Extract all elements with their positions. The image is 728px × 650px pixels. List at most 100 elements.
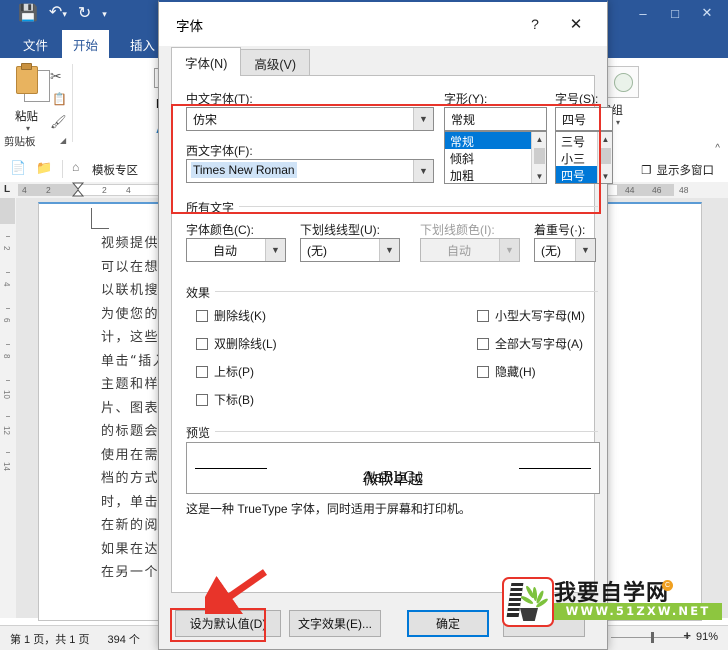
help-icon[interactable]: ? (523, 12, 547, 36)
chevron-down-icon[interactable]: ▼ (379, 239, 399, 261)
emphasis-mark-combo[interactable]: (无) ▼ (534, 238, 596, 262)
tab-home[interactable]: 开始 (62, 30, 109, 58)
show-multiwindow-button[interactable]: ❐ 显示多窗口 (641, 162, 714, 178)
checkbox-icon[interactable] (477, 366, 489, 378)
emphasis-mark-value: (无) (541, 242, 561, 259)
emphasis-mark-label: 着重号(·): (534, 221, 585, 238)
scroll-down-icon[interactable]: ▼ (532, 169, 547, 183)
tab-stop-icon[interactable]: L (4, 184, 10, 195)
font-color-combo[interactable]: 自动 ▼ (186, 238, 286, 262)
home-icon[interactable]: ⌂ (72, 160, 79, 174)
tab-font[interactable]: 字体(N) (171, 47, 241, 76)
ruler-number: 2 (46, 185, 51, 195)
checkbox-small-caps[interactable]: 小型大写字母(M) (477, 307, 585, 324)
scrollbar-thumb[interactable] (600, 148, 611, 164)
paste-dropdown-icon[interactable]: ▾ (26, 124, 30, 133)
maximize-button[interactable]: □ (660, 2, 690, 24)
scroll-up-icon[interactable]: ▲ (532, 132, 547, 146)
template-zone-label[interactable]: 模板专区 (92, 162, 138, 178)
paste-icon[interactable] (14, 66, 48, 106)
scroll-up-icon[interactable]: ▲ (598, 132, 613, 146)
watermark-brand: 我要自学网 (554, 575, 724, 603)
save-icon[interactable]: 💾 (18, 6, 38, 22)
preview-sample-en: AaBbCc (187, 468, 599, 486)
dialog-panel: 中文字体(T): 仿宋 ▼ 西文字体(F): Times New Roman ▼… (171, 75, 595, 593)
zoom-percent-label[interactable]: 91% (696, 631, 718, 643)
copy-icon[interactable]: 📋 (52, 92, 67, 106)
preview-note: 这是一种 TrueType 字体，同时适用于屏幕和打印机。 (186, 500, 471, 517)
collapse-ribbon-icon[interactable]: ^ (715, 143, 720, 154)
checkbox-icon[interactable] (477, 338, 489, 350)
zoom-in-icon[interactable]: + (683, 628, 691, 643)
checkbox-icon[interactable] (196, 366, 208, 378)
scrollbar[interactable]: ▲ ▼ (597, 132, 612, 183)
chevron-down-icon[interactable]: ▼ (265, 239, 285, 261)
text-effects-button[interactable]: 文字效果(E)... (289, 610, 381, 637)
chevron-down-icon[interactable]: ▼ (575, 239, 595, 261)
clipboard-launcher-icon[interactable]: ◢ (60, 136, 66, 145)
customize-qat-icon[interactable]: ▾ (102, 6, 107, 22)
zoom-slider[interactable]: + (611, 630, 689, 644)
checkbox-superscript[interactable]: 上标(P) (196, 363, 254, 380)
list-item[interactable]: 小三 (556, 149, 597, 166)
scroll-down-icon[interactable]: ▼ (598, 169, 613, 183)
font-size-listbox[interactable]: 三号 小三 四号 ▲ ▼ (555, 131, 613, 184)
paragraph-marker-icon (91, 208, 93, 228)
font-style-value: 常规 (451, 111, 475, 128)
close-button[interactable]: ✕ (692, 2, 722, 24)
font-style-value-box[interactable]: 常规 (444, 107, 547, 131)
group-dropdown-icon[interactable]: ▾ (616, 118, 620, 127)
ruler-number: 2 (102, 185, 107, 195)
word-count-label[interactable]: 394 个 (107, 631, 139, 647)
list-item[interactable]: 三号 (556, 132, 597, 149)
watermark-badge: C (662, 580, 673, 591)
checkbox-subscript[interactable]: 下标(B) (196, 391, 254, 408)
set-default-button[interactable]: 设为默认值(D) (175, 610, 281, 637)
new-document-icon[interactable]: 📄 (10, 160, 26, 176)
list-item[interactable]: 四号 (556, 166, 597, 183)
checkbox-hidden[interactable]: 隐藏(H) (477, 363, 536, 380)
font-style-listbox[interactable]: 常规 倾斜 加粗 ▲ ▼ (444, 131, 547, 184)
chinese-font-combo[interactable]: 仿宋 ▼ (186, 107, 434, 131)
ok-button[interactable]: 确定 (407, 610, 489, 637)
vertical-ruler[interactable]: 2 4 6 8 10 12 14 (0, 198, 17, 618)
font-color-value: 自动 (187, 242, 263, 259)
latin-font-combo[interactable]: Times New Roman ▼ (186, 159, 434, 183)
minimize-button[interactable]: – (628, 2, 658, 24)
open-folder-icon[interactable]: 📁 (36, 160, 52, 176)
tab-file[interactable]: 文件 (12, 30, 59, 58)
page-count-label[interactable]: 第 1 页，共 1 页 (10, 631, 89, 647)
scrollbar[interactable]: ▲ ▼ (531, 132, 546, 183)
paste-label[interactable]: 粘贴 (15, 108, 38, 124)
chevron-down-icon[interactable]: ▼ (413, 160, 433, 182)
multiwindow-icon: ❐ (641, 163, 651, 177)
undo-icon[interactable]: ↶▾ (49, 5, 67, 22)
checkbox-icon[interactable] (196, 310, 208, 322)
underline-color-value: 自动 (421, 242, 497, 259)
scrollbar-thumb[interactable] (534, 148, 545, 164)
format-painter-icon[interactable]: 🖌 (50, 114, 67, 130)
group-shape-icon[interactable] (607, 66, 639, 98)
underline-style-combo[interactable]: (无) ▼ (300, 238, 400, 262)
checkbox-icon[interactable] (196, 394, 208, 406)
checkbox-icon[interactable] (196, 338, 208, 350)
redo-icon[interactable]: ↻ (78, 6, 91, 22)
watermark-logo: 我要自学网 C WWW.51ZXW.NET (502, 577, 724, 623)
checkbox-label: 小型大写字母(M) (495, 307, 585, 324)
watermark-icon (502, 577, 554, 627)
tab-advanced[interactable]: 高级(V) (240, 49, 310, 76)
chinese-font-label: 中文字体(T): (186, 90, 253, 107)
checkbox-double-strikethrough[interactable]: 双删除线(L) (196, 335, 277, 352)
list-item[interactable]: 加粗 (445, 166, 531, 183)
all-text-group-label: 所有文字 (186, 199, 239, 216)
list-item[interactable]: 倾斜 (445, 149, 531, 166)
checkbox-all-caps[interactable]: 全部大写字母(A) (477, 335, 583, 352)
checkbox-icon[interactable] (477, 310, 489, 322)
chevron-down-icon[interactable]: ▼ (413, 108, 433, 130)
cut-icon[interactable]: ✂ (50, 68, 62, 85)
indent-marker-icon[interactable] (70, 182, 86, 198)
list-item[interactable]: 常规 (445, 132, 531, 149)
font-size-value-box[interactable]: 四号 (555, 107, 613, 131)
checkbox-strikethrough[interactable]: 删除线(K) (196, 307, 266, 324)
close-icon[interactable]: ✕ (563, 12, 589, 36)
